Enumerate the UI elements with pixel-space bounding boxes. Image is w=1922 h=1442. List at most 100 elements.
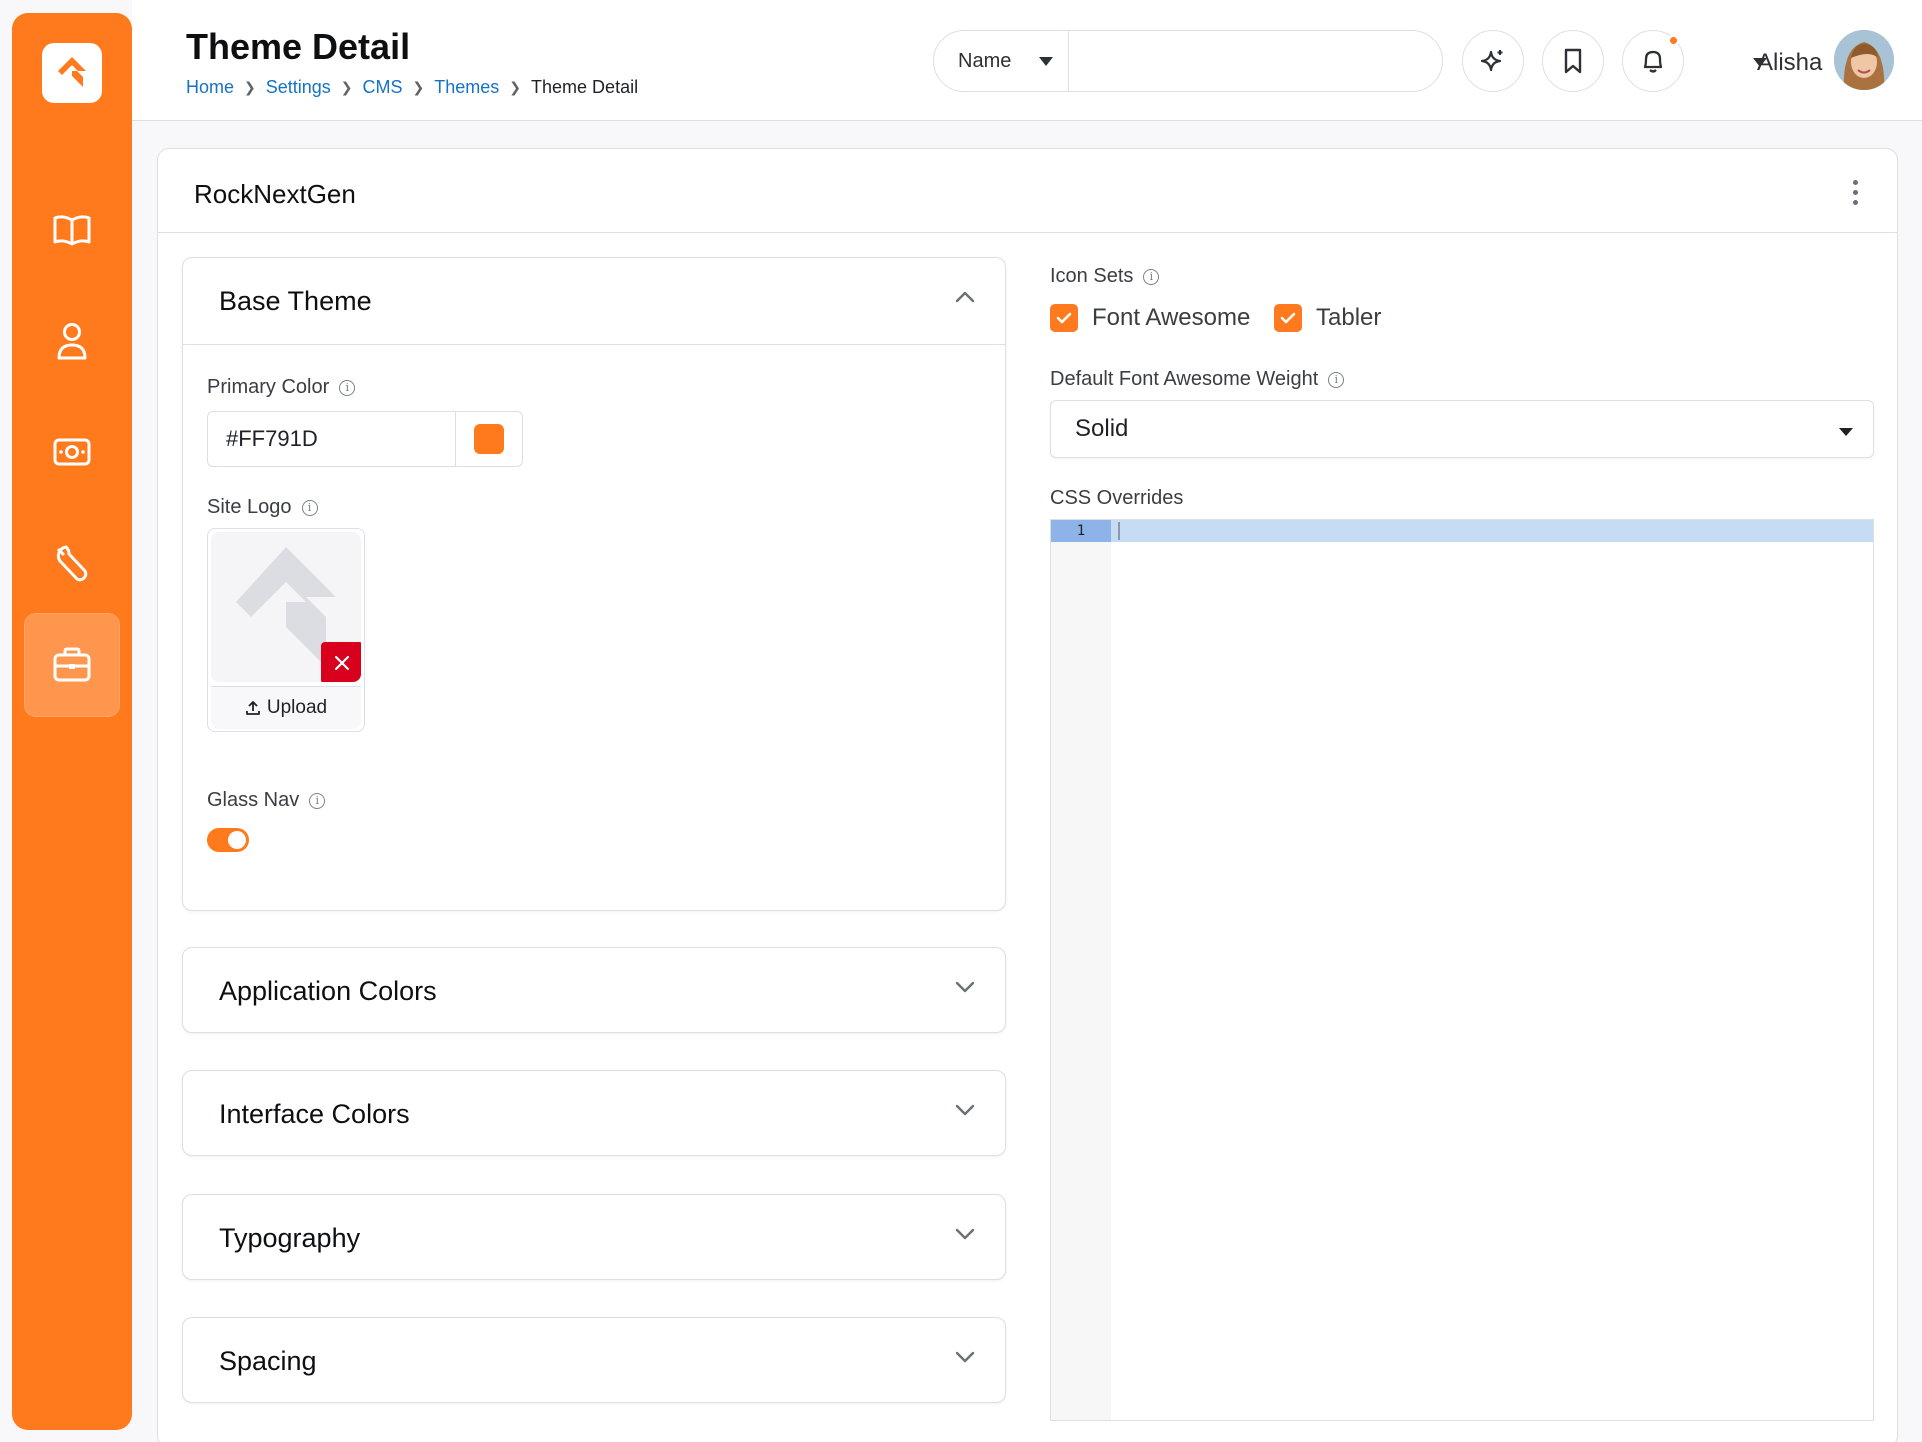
sidebar-item-tools[interactable] xyxy=(24,511,120,615)
chevron-right-icon: ❯ xyxy=(412,79,425,95)
spacing-panel: Spacing xyxy=(182,1317,1006,1403)
panel-title: Base Theme xyxy=(219,285,372,316)
icon-sets-label-text: Icon Sets xyxy=(1050,265,1134,287)
info-icon[interactable]: i xyxy=(339,379,356,396)
chevron-right-icon: ❯ xyxy=(509,79,522,95)
upload-icon xyxy=(245,701,260,715)
panel-divider xyxy=(183,344,1005,345)
caret-down-icon xyxy=(1039,56,1054,66)
top-header: Theme Detail Home ❯ Settings ❯ CMS ❯ The… xyxy=(132,0,1922,121)
bookmark-icon xyxy=(1564,48,1582,74)
sidebar-item-finance[interactable] xyxy=(24,400,120,504)
fa-weight-value: Solid xyxy=(1075,415,1129,442)
site-logo-label: Site Logo i xyxy=(207,496,318,519)
application-colors-header[interactable]: Application Colors xyxy=(183,948,1005,1034)
upload-button[interactable]: Upload xyxy=(211,686,361,729)
info-icon[interactable]: i xyxy=(309,792,326,809)
bell-icon xyxy=(1643,50,1663,73)
base-theme-header[interactable]: Base Theme xyxy=(183,258,1005,344)
remove-logo-button[interactable] xyxy=(321,642,361,682)
sparkles-icon xyxy=(1480,50,1503,72)
chevron-up-icon xyxy=(955,291,975,303)
glass-nav-toggle[interactable] xyxy=(207,828,249,852)
typography-panel: Typography xyxy=(182,1194,1006,1280)
info-icon[interactable]: i xyxy=(301,499,318,516)
sidebar-item-book[interactable] xyxy=(24,178,120,282)
chevron-right-icon: ❯ xyxy=(244,79,256,95)
chevron-down-icon xyxy=(955,1104,975,1116)
breadcrumb-current: Theme Detail xyxy=(531,77,639,97)
panel-title: Interface Colors xyxy=(219,1098,410,1129)
panel-title: Typography xyxy=(219,1222,361,1253)
more-options-icon[interactable] xyxy=(1845,175,1865,209)
ai-sparkle-button[interactable] xyxy=(1462,30,1524,92)
cash-icon xyxy=(53,438,91,466)
page-title: Theme Detail xyxy=(186,26,411,67)
info-icon[interactable]: i xyxy=(1143,268,1160,285)
glass-nav-label-text: Glass Nav xyxy=(207,789,300,811)
close-icon xyxy=(334,655,350,671)
user-menu[interactable]: Alisha xyxy=(1702,27,1922,95)
tabler-checkbox[interactable] xyxy=(1274,304,1302,332)
info-icon[interactable]: i xyxy=(1328,371,1345,388)
panel-title: Spacing xyxy=(219,1345,317,1376)
panel-title: Application Colors xyxy=(219,975,437,1006)
site-logo-label-text: Site Logo xyxy=(207,496,292,518)
chevron-right-icon: ❯ xyxy=(340,79,353,95)
icon-sets-label: Icon Sets i xyxy=(1050,265,1160,288)
typography-header[interactable]: Typography xyxy=(183,1195,1005,1281)
icon-set-font-awesome[interactable]: Font Awesome xyxy=(1050,304,1250,332)
wrench-icon xyxy=(56,545,88,582)
site-logo-uploader: Upload xyxy=(207,528,365,732)
check-icon xyxy=(1280,312,1296,324)
primary-color-input[interactable] xyxy=(208,412,455,466)
briefcase-icon xyxy=(53,647,91,682)
breadcrumb-settings[interactable]: Settings xyxy=(266,77,331,98)
card-divider xyxy=(158,232,1897,233)
search-bar: Name xyxy=(933,30,1443,92)
bookmark-button[interactable] xyxy=(1542,30,1604,92)
spacing-header[interactable]: Spacing xyxy=(183,1318,1005,1404)
notifications-button[interactable] xyxy=(1622,30,1684,92)
site-logo-preview xyxy=(211,532,361,682)
tabler-label: Tabler xyxy=(1316,304,1382,331)
editor-active-line xyxy=(1051,520,1873,542)
rock-logo[interactable] xyxy=(42,43,102,103)
chevron-down-icon xyxy=(955,1228,975,1240)
text-cursor xyxy=(1118,522,1120,540)
application-colors-panel: Application Colors xyxy=(182,947,1006,1033)
breadcrumb-themes[interactable]: Themes xyxy=(434,77,499,98)
search-input[interactable] xyxy=(1069,31,1442,91)
breadcrumb: Home ❯ Settings ❯ CMS ❯ Themes ❯ Theme D… xyxy=(186,77,638,98)
font-awesome-label: Font Awesome xyxy=(1092,304,1251,331)
color-swatch xyxy=(474,424,504,454)
theme-card: RockNextGen Base Theme Primary Color i S… xyxy=(157,148,1898,1442)
chevron-down-icon xyxy=(955,1351,975,1363)
breadcrumb-cms[interactable]: CMS xyxy=(363,77,403,98)
primary-color-label-text: Primary Color xyxy=(207,376,330,398)
user-menu-caret-icon[interactable] xyxy=(1753,58,1767,67)
base-theme-panel: Base Theme Primary Color i Site Logo i xyxy=(182,257,1006,911)
rock-logo-icon xyxy=(58,57,86,87)
fa-weight-label-text: Default Font Awesome Weight xyxy=(1050,368,1319,390)
user-icon xyxy=(57,323,87,360)
toggle-knob xyxy=(228,831,246,849)
search-type-dropdown[interactable]: Name xyxy=(934,31,1069,91)
interface-colors-header[interactable]: Interface Colors xyxy=(183,1071,1005,1157)
sidebar-item-people[interactable] xyxy=(24,289,120,393)
css-overrides-editor[interactable]: 1 xyxy=(1050,519,1874,1421)
editor-gutter xyxy=(1051,520,1111,1420)
sidebar xyxy=(12,13,132,1430)
interface-colors-panel: Interface Colors xyxy=(182,1070,1006,1156)
breadcrumb-home[interactable]: Home xyxy=(186,77,234,98)
caret-down-icon xyxy=(1839,428,1853,436)
fa-weight-select[interactable]: Solid xyxy=(1050,400,1874,458)
sidebar-item-admin[interactable] xyxy=(24,613,120,717)
card-title: RockNextGen xyxy=(194,179,356,209)
icon-set-tabler[interactable]: Tabler xyxy=(1274,304,1381,332)
color-swatch-button[interactable] xyxy=(455,412,522,466)
glass-nav-label: Glass Nav i xyxy=(207,789,326,812)
primary-color-picker xyxy=(207,411,523,467)
check-icon xyxy=(1056,312,1072,324)
font-awesome-checkbox[interactable] xyxy=(1050,304,1078,332)
